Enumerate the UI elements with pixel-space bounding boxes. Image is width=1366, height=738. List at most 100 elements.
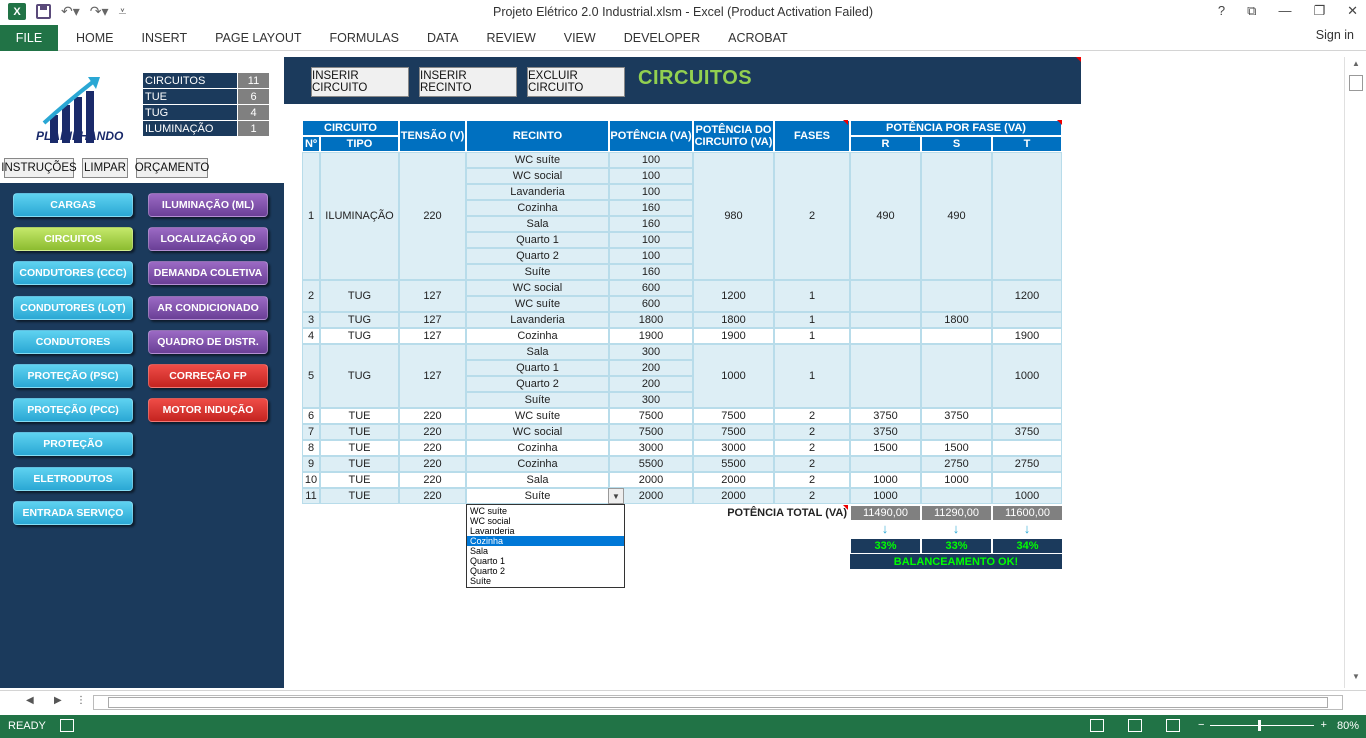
circuits-table: CIRCUITO Nº TIPO TENSÃO (V) RECINTO POTÊNCIA … — [302, 120, 1063, 588]
nav-button-right-3[interactable]: AR CONDICIONADO — [148, 295, 268, 320]
zoom-in-icon[interactable]: + — [1320, 719, 1326, 731]
dropdown-option[interactable]: WC social — [467, 516, 624, 526]
nav-button-6[interactable]: PROTEÇÃO (PCC) — [13, 398, 133, 423]
sign-in-link[interactable]: Sign in — [1316, 28, 1354, 42]
nav-button-right-4[interactable]: QUADRO DE DISTR. — [148, 329, 268, 354]
horizontal-scroll-thumb[interactable] — [108, 697, 1328, 708]
macro-record-icon[interactable] — [60, 719, 74, 732]
cell-recinto[interactable]: Suíte — [466, 488, 609, 504]
cell-fase-s — [921, 280, 992, 312]
nav-button-5[interactable]: PROTEÇÃO (PSC) — [13, 364, 133, 388]
zoom-out-icon[interactable]: − — [1198, 719, 1204, 731]
scroll-up-icon[interactable]: ▲ — [1349, 59, 1363, 73]
nav-button-right-0[interactable]: ILUMINAÇÃO (ML) — [148, 193, 268, 217]
orcamento-button[interactable]: ORÇAMENTO — [135, 158, 209, 178]
cell-fases: 1 — [774, 280, 850, 312]
cell-fases: 2 — [774, 424, 850, 440]
vertical-scrollbar[interactable]: ▲ ▼ — [1344, 57, 1366, 688]
tab-home[interactable]: HOME — [62, 31, 128, 45]
nav-button-right-6[interactable]: MOTOR INDUÇÃO — [148, 398, 268, 423]
tab-data[interactable]: DATA — [413, 31, 472, 45]
cell-recinto: Suíte — [466, 264, 609, 280]
cell-recinto: Cozinha — [466, 328, 609, 344]
instrucoes-button[interactable]: INSTRUÇÕES — [1, 158, 77, 178]
minimize-icon[interactable]: — — [1278, 3, 1291, 19]
page-layout-view-icon[interactable] — [1128, 719, 1142, 732]
cell-potencia: 300 — [609, 344, 693, 360]
cell-tensao: 220 — [399, 440, 466, 456]
summary-value: 6 — [237, 88, 270, 105]
tab-formulas[interactable]: FORMULAS — [316, 31, 413, 45]
vertical-scroll-thumb[interactable] — [1349, 75, 1363, 91]
tab-split-handle-icon[interactable]: ⋮ — [76, 695, 86, 706]
cell-potencia: 100 — [609, 184, 693, 200]
nav-button-right-1[interactable]: LOCALIZAÇÃO QD — [148, 227, 268, 252]
dropdown-option[interactable]: Sala — [467, 546, 624, 556]
dropdown-arrow-icon[interactable]: ▼ — [608, 488, 624, 504]
down-arrow-icon: ↓ — [952, 521, 960, 536]
page-break-view-icon[interactable] — [1166, 719, 1180, 732]
dropdown-option[interactable]: Quarto 2 — [467, 566, 624, 576]
scroll-down-icon[interactable]: ▼ — [1349, 672, 1363, 686]
cell-fase-s: 1800 — [921, 312, 992, 328]
tab-acrobat[interactable]: ACROBAT — [714, 31, 802, 45]
header-circuito: CIRCUITO — [302, 120, 399, 136]
dropdown-option[interactable]: Quarto 1 — [467, 556, 624, 566]
dropdown-option[interactable]: WC suíte — [467, 506, 624, 516]
cell-fase-r — [850, 456, 921, 472]
cell-potencia: 200 — [609, 360, 693, 376]
nav-button-2[interactable]: CONDUTORES (CCC) — [13, 261, 133, 286]
worksheet[interactable]: PLANILHANDO CIRCUITOS 11 TUE 6 TUG 4 ILUMINAÇÃ… — [0, 57, 1344, 688]
horizontal-scrollbar[interactable] — [93, 695, 1343, 710]
tab-review[interactable]: REVIEW — [472, 31, 549, 45]
zoom-knob[interactable] — [1258, 719, 1262, 731]
header-s: S — [921, 136, 992, 152]
tab-insert[interactable]: INSERT — [128, 31, 202, 45]
inserir-circuito-button[interactable]: INSERIR CIRCUITO — [311, 67, 409, 97]
cell-circuit-number: 4 — [302, 328, 320, 344]
close-icon[interactable]: ✕ — [1347, 3, 1358, 19]
tab-file[interactable]: FILE — [0, 25, 58, 51]
nav-button-right-2[interactable]: DEMANDA COLETIVA — [148, 261, 268, 286]
excluir-circuito-button[interactable]: EXCLUIR CIRCUITO — [527, 67, 625, 97]
help-icon[interactable]: ? — [1218, 3, 1225, 19]
summary-value: 1 — [237, 120, 270, 137]
nav-button-4[interactable]: CONDUTORES — [13, 329, 133, 354]
cell-potencia-circuito: 1000 — [693, 344, 774, 408]
zoom-level[interactable]: 80% — [1337, 720, 1359, 732]
restore-icon[interactable]: ❐ — [1313, 3, 1325, 19]
nav-button-9[interactable]: ENTRADA SERVIÇO — [13, 500, 133, 525]
cell-circuit-number: 7 — [302, 424, 320, 440]
recinto-dropdown-list[interactable]: WC suíte WC social Lavanderia Cozinha Sala Qu… — [466, 504, 625, 588]
dropdown-option[interactable]: Cozinha — [467, 536, 624, 546]
zoom-track[interactable] — [1210, 719, 1315, 731]
normal-view-icon[interactable] — [1090, 719, 1104, 732]
cell-recinto: Quarto 2 — [466, 376, 609, 392]
prev-sheet-icon[interactable]: ◀ — [26, 695, 34, 706]
cell-tensao: 127 — [399, 280, 466, 312]
ribbon-display-options-icon[interactable]: ⧉ — [1247, 3, 1256, 19]
cell-potencia-circuito: 980 — [693, 152, 774, 280]
tab-developer[interactable]: DEVELOPER — [610, 31, 714, 45]
nav-button-0[interactable]: CARGAS — [13, 193, 133, 217]
balance-status: BALANCEAMENTO OK! — [850, 554, 1062, 569]
nav-button-7[interactable]: PROTEÇÃO — [13, 432, 133, 457]
nav-button-1[interactable]: CIRCUITOS — [13, 227, 133, 252]
sheet-tab-bar: ◀ ▶ ⋮ — [0, 690, 1366, 714]
nav-button-3[interactable]: CONDUTORES (LQT) — [13, 295, 133, 320]
cell-potencia: 7500 — [609, 408, 693, 424]
zoom-slider[interactable]: − + — [1198, 719, 1327, 731]
dropdown-option[interactable]: Lavanderia — [467, 526, 624, 536]
cell-circuit-number: 11 — [302, 488, 320, 504]
dropdown-option[interactable]: Suíte — [467, 576, 624, 586]
inserir-recinto-button[interactable]: INSERIR RECINTO — [419, 67, 517, 97]
nav-button-8[interactable]: ELETRODUTOS — [13, 466, 133, 491]
cell-tipo: TUE — [320, 408, 399, 424]
tab-page-layout[interactable]: PAGE LAYOUT — [201, 31, 315, 45]
tab-view[interactable]: VIEW — [550, 31, 610, 45]
limpar-button[interactable]: LIMPAR — [82, 158, 128, 178]
next-sheet-icon[interactable]: ▶ — [54, 695, 62, 706]
logo-area: PLANILHANDO CIRCUITOS 11 TUE 6 TUG 4 ILUMINAÇÃ… — [0, 57, 284, 183]
comment-indicator — [843, 505, 848, 510]
nav-button-right-5[interactable]: CORREÇÃO FP — [148, 364, 268, 388]
